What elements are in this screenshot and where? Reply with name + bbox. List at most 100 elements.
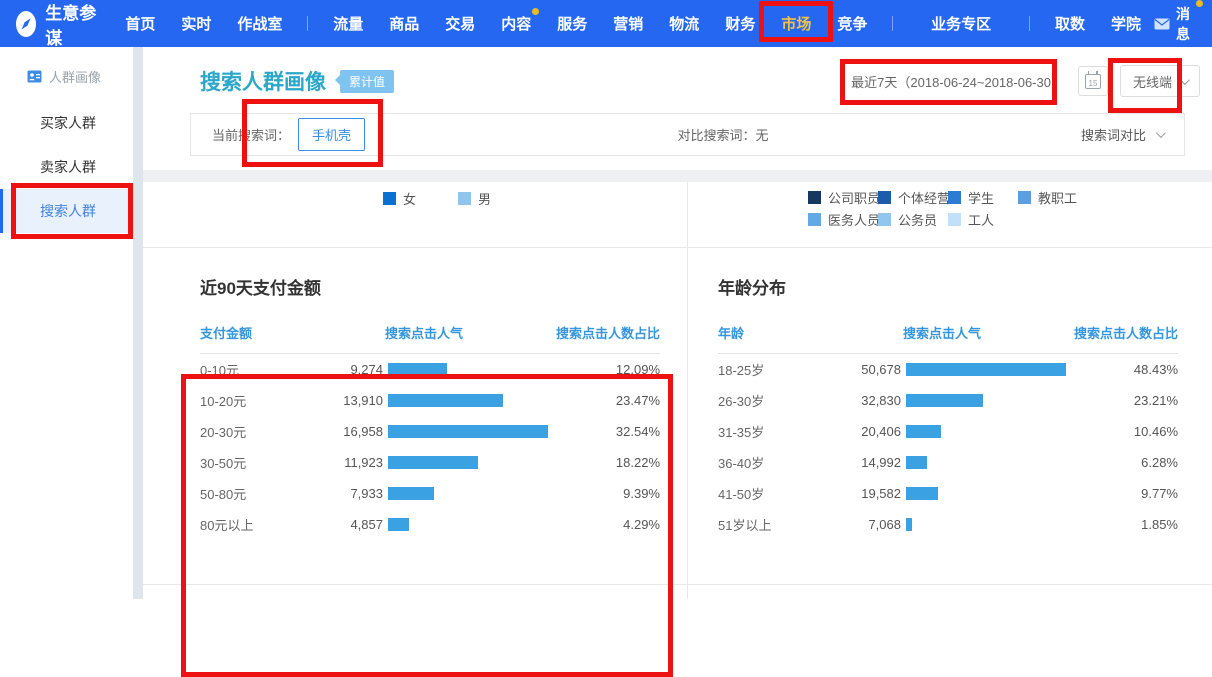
sidebar-item-buyer-crowd[interactable]: 买家人群 [0,101,133,145]
legend-label: 男 [478,189,491,208]
nav-divider [1029,16,1030,31]
nav-item-product[interactable]: 商品 [389,13,419,34]
bar-track [388,363,558,376]
legend-item-worker[interactable]: 工人 [948,210,1018,229]
bar [388,487,434,500]
row-percent: 9.39% [558,486,660,501]
bar [388,394,503,407]
occupation-legend-zone: 公司职员 个体经营/ 学生 [688,182,1212,248]
column-header-share[interactable]: 搜索点击人数占比 [556,323,660,342]
row-percent: 23.47% [558,393,660,408]
row-value: 16,958 [310,424,383,439]
nav-item-finance[interactable]: 财务 [725,13,755,34]
legend-item-male[interactable]: 男 [458,189,491,208]
table-row: 20-30元 16,958 32.54% [200,416,660,447]
table-row: 26-30岁 32,830 23.21% [718,385,1178,416]
row-label: 80元以上 [200,515,310,534]
message-button[interactable]: 消息 [1154,4,1194,44]
row-value: 50,678 [828,362,901,377]
terminal-select[interactable]: 无线端 [1120,65,1200,97]
row-value: 7,068 [828,517,901,532]
row-value: 4,857 [310,517,383,532]
row-percent: 9.77% [1076,486,1178,501]
nav-item-content[interactable]: 内容 [501,13,531,34]
left-column: 女 男 近90天支付金额 支付金额 搜索点击人气 搜索 [143,182,688,599]
row-label: 41-50岁 [718,484,828,503]
nav-item-realtime[interactable]: 实时 [181,13,211,34]
bar [906,394,983,407]
table-row: 10-20元 13,910 23.47% [200,385,660,416]
nav-item-home[interactable]: 首页 [125,13,155,34]
sidebar-section-label: 人群画像 [49,67,101,86]
legend-row: 公司职员 个体经营/ 学生 [808,186,1212,208]
brand-name: 生意参谋 [45,0,98,49]
nav-item-business-zone[interactable]: 业务专区 [931,13,991,34]
sidebar-item-search-crowd[interactable]: 搜索人群 [0,189,133,233]
legend-item-office-worker[interactable]: 公司职员 [808,188,878,207]
compare-term-text: 对比搜索词：无 [365,125,1081,144]
sidebar-item-label: 搜索人群 [40,203,96,219]
nav-item-traffic[interactable]: 流量 [333,13,363,34]
legend-item-civil-servant[interactable]: 公务员 [878,210,948,229]
gender-legend: 女 男 [143,182,687,208]
column-header-age[interactable]: 年龄 [718,323,903,342]
row-value: 19,582 [828,486,901,501]
row-percent: 12.09% [558,362,660,377]
column-header-share[interactable]: 搜索点击人数占比 [1074,323,1178,342]
nav-item-data-extract[interactable]: 取数 [1055,13,1085,34]
legend-item-teacher[interactable]: 教职工 [1018,188,1088,207]
row-label: 26-30岁 [718,391,828,410]
legend-item-student[interactable]: 学生 [948,188,1018,207]
nav-item-academy[interactable]: 学院 [1111,13,1141,34]
bar-track [906,394,1076,407]
row-percent: 18.22% [558,455,660,470]
age-panel-title: 年龄分布 [718,274,1212,299]
nav-item-market[interactable]: 市场 [781,13,811,34]
search-term-bar: 当前搜索词： 手机壳 对比搜索词：无 搜索词对比 [190,113,1185,156]
compare-action[interactable]: 搜索词对比 [1081,125,1163,144]
age-panel: 年龄分布 年龄 搜索点击人气 搜索点击人数占比 18-25岁 50,678 48… [688,248,1212,585]
row-percent: 23.21% [1076,393,1178,408]
bar-track [388,487,558,500]
page-body: 人群画像 买家人群 卖家人群 搜索人群 搜索人群画像 累计值 最近7天（2018… [0,47,1212,599]
section-divider [143,170,1212,182]
table-row: 30-50元 11,923 18.22% [200,447,660,478]
row-value: 7,933 [310,486,383,501]
charts-region: 女 男 近90天支付金额 支付金额 搜索点击人气 搜索 [143,182,1212,599]
table-header-row: 年龄 搜索点击人气 搜索点击人数占比 [718,323,1178,354]
page-title: 搜索人群画像 [200,66,326,96]
column-header-amount[interactable]: 支付金额 [200,323,385,342]
nav-item-marketing[interactable]: 营销 [613,13,643,34]
column-header-popularity[interactable]: 搜索点击人气 [903,323,981,342]
calendar-button[interactable]: 15 [1078,66,1108,96]
legend-swatch [458,192,471,205]
bar-track [906,425,1076,438]
legend-item-medical-staff[interactable]: 医务人员 [808,210,878,229]
legend-swatch [1018,191,1031,204]
row-percent: 10.46% [1076,424,1178,439]
legend-item-self-employed[interactable]: 个体经营/ [878,188,948,207]
nav-item-logistics[interactable]: 物流 [669,13,699,34]
current-term-button[interactable]: 手机壳 [298,118,365,151]
sidebar-item-seller-crowd[interactable]: 卖家人群 [0,145,133,189]
row-label: 30-50元 [200,453,310,472]
bar-track [388,394,558,407]
nav-item-trade[interactable]: 交易 [445,13,475,34]
row-label: 20-30元 [200,422,310,441]
row-label: 51岁以上 [718,515,828,534]
legend-item-female[interactable]: 女 [383,189,416,208]
bar [906,487,938,500]
legend-swatch [948,191,961,204]
date-range-picker[interactable]: 最近7天（2018-06-24~2018-06-30） [851,72,1064,91]
nav-divider [307,16,308,31]
row-value: 13,910 [310,393,383,408]
table-row: 51岁以上 7,068 1.85% [718,509,1178,540]
row-percent: 6.28% [1076,455,1178,470]
nav-item-warroom[interactable]: 作战室 [237,13,282,34]
table-row: 18-25岁 50,678 48.43% [718,354,1178,385]
brand[interactable]: 生意参谋 [16,0,98,49]
nav-item-competition[interactable]: 竞争 [837,13,867,34]
row-label: 36-40岁 [718,453,828,472]
column-header-popularity[interactable]: 搜索点击人气 [385,323,463,342]
nav-item-service[interactable]: 服务 [557,13,587,34]
